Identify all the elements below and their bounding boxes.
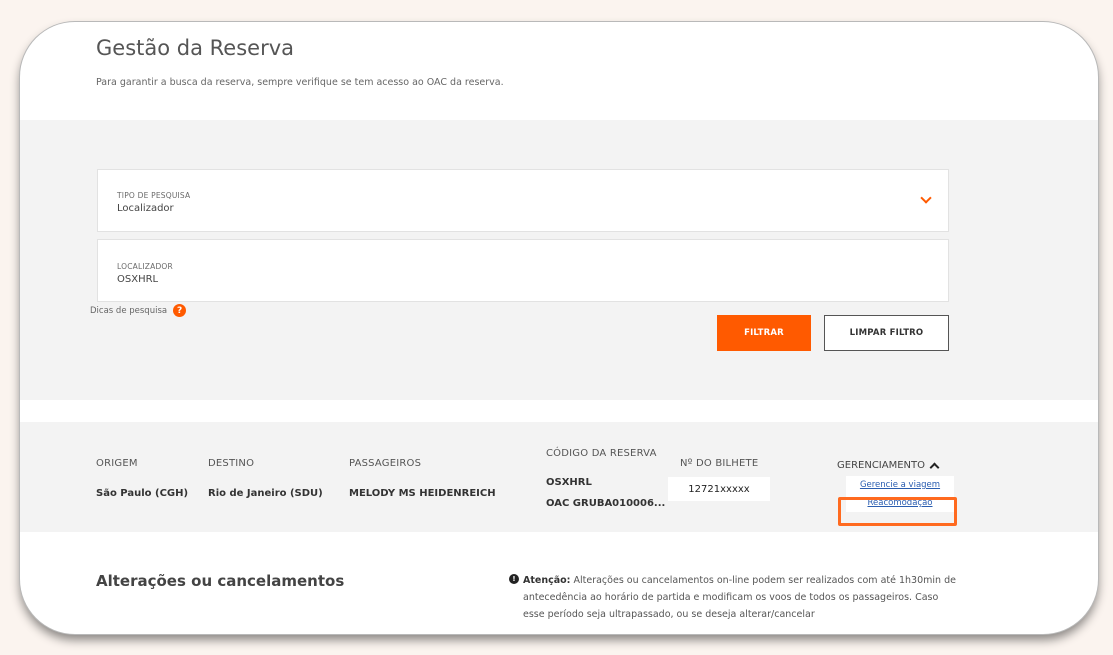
- filter-panel: TIPO DE PESQUISA Localizador LOCALIZADOR…: [20, 120, 1098, 400]
- management-toggle[interactable]: GERENCIAMENTO: [837, 460, 940, 473]
- search-type-value: Localizador: [117, 203, 174, 214]
- filter-button[interactable]: FILTRAR: [717, 315, 811, 351]
- chevron-down-icon[interactable]: [920, 192, 932, 204]
- column-header-ticket-number: Nº DO BILHETE: [680, 458, 759, 469]
- locator-value: OSXHRL: [117, 274, 159, 285]
- origin-value: São Paulo (CGH): [96, 488, 189, 499]
- help-icon[interactable]: ?: [173, 304, 187, 317]
- column-header-origin: ORIGEM: [96, 458, 138, 469]
- highlight-box: [838, 497, 957, 526]
- changes-section-title: Alterações ou cancelamentos: [96, 572, 345, 590]
- management-label: GERENCIAMENTO: [837, 460, 925, 471]
- search-type-select[interactable]: TIPO DE PESQUISA Localizador: [97, 169, 949, 232]
- page-title: Gestão da Reserva: [96, 36, 294, 60]
- chevron-up-icon[interactable]: [929, 462, 940, 473]
- column-header-passengers: PASSAGEIROS: [349, 458, 422, 469]
- manage-trip-link[interactable]: Gerencie a viagem: [846, 476, 954, 494]
- screenshot-frame: Gestão da Reserva Para garantir a busca …: [20, 22, 1098, 634]
- page-subtitle: Para garantir a busca da reserva, sempre…: [96, 77, 504, 88]
- column-header-destination: DESTINO: [208, 458, 255, 469]
- clear-filter-button[interactable]: LIMPAR FILTRO: [824, 315, 949, 351]
- notice-bold-label: Atenção:: [523, 575, 571, 586]
- booking-code-value: OSXHRL: [546, 477, 592, 488]
- search-type-label: TIPO DE PESQUISA: [117, 191, 191, 200]
- search-tips-label: Dicas de pesquisa: [90, 305, 168, 316]
- column-header-booking-code: CÓDIGO DA RESERVA: [546, 448, 657, 459]
- locator-input[interactable]: LOCALIZADOR OSXHRL: [97, 239, 949, 302]
- oac-value: OAC GRUBA010006...: [546, 498, 666, 509]
- search-tips[interactable]: Dicas de pesquisa ?: [90, 304, 187, 317]
- info-icon: !: [509, 574, 519, 584]
- locator-label: LOCALIZADOR: [117, 262, 173, 271]
- notice-text: Alterações ou cancelamentos on-line pode…: [523, 575, 956, 620]
- passengers-value: MELODY MS HEIDENREICH: [349, 488, 496, 499]
- attention-notice: ! Atenção: Alterações ou cancelamentos o…: [509, 572, 959, 623]
- ticket-number-value: 12721xxxxx: [668, 477, 770, 501]
- results-table: ORIGEM DESTINO PASSAGEIROS CÓDIGO DA RES…: [20, 422, 1098, 532]
- destination-value: Rio de Janeiro (SDU): [208, 488, 323, 499]
